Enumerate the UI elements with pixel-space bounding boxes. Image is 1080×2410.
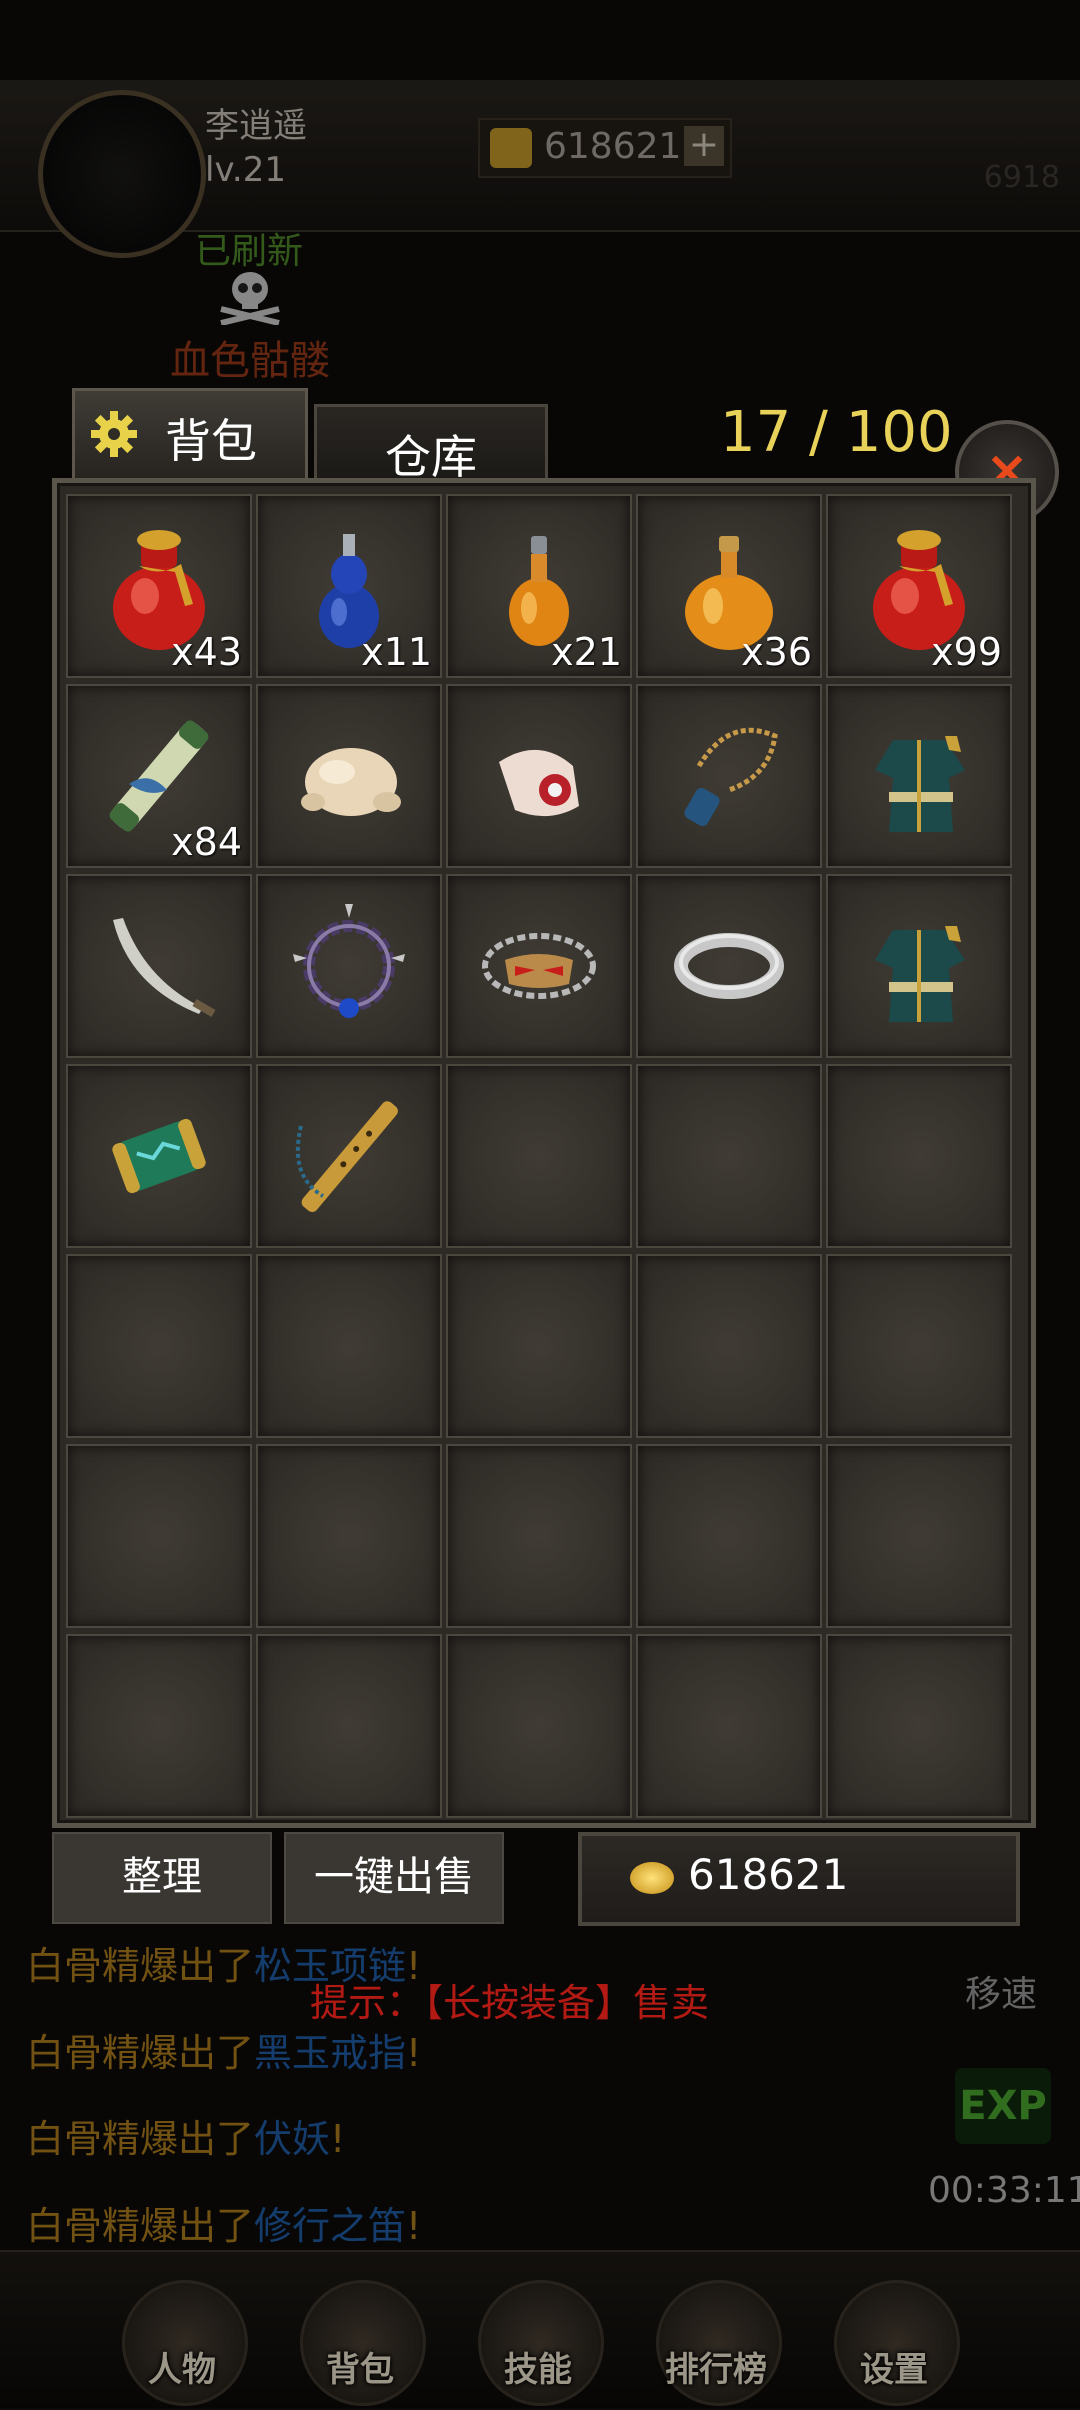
inventory-slot[interactable]: x11 bbox=[256, 494, 442, 678]
green-armor-icon bbox=[875, 736, 965, 832]
inventory-slot[interactable] bbox=[636, 684, 822, 868]
item-quantity: x84 bbox=[171, 820, 242, 864]
inventory-slot[interactable] bbox=[256, 1064, 442, 1248]
bracer-icon bbox=[112, 1118, 206, 1194]
inventory-slot-empty[interactable] bbox=[446, 1064, 632, 1248]
item-quantity: x36 bbox=[741, 630, 812, 674]
inventory-slot[interactable] bbox=[826, 684, 1012, 868]
tab-backpack[interactable]: 背包 bbox=[72, 388, 308, 485]
tab-warehouse[interactable]: 仓库 bbox=[314, 404, 548, 485]
inventory-slot-empty[interactable] bbox=[446, 1444, 632, 1628]
inventory-slot[interactable] bbox=[66, 874, 252, 1058]
inventory-slot-empty[interactable] bbox=[826, 1064, 1012, 1248]
inventory-slot-empty[interactable] bbox=[256, 1444, 442, 1628]
bag-gold-value: 618621 bbox=[688, 1850, 849, 1899]
sabre-icon bbox=[113, 918, 216, 1017]
inventory-slot-empty[interactable] bbox=[826, 1634, 1012, 1818]
inventory-slot-empty[interactable] bbox=[446, 1634, 632, 1818]
item-quantity: x43 bbox=[171, 630, 242, 674]
inventory-slot[interactable]: x84 bbox=[66, 684, 252, 868]
inventory-slot-empty[interactable] bbox=[826, 1444, 1012, 1628]
inventory-slot-empty[interactable] bbox=[256, 1634, 442, 1818]
inventory-slot-empty[interactable] bbox=[636, 1064, 822, 1248]
inventory-slot-empty[interactable] bbox=[636, 1254, 822, 1438]
necklace-icon bbox=[684, 727, 778, 827]
inventory-slot-empty[interactable] bbox=[636, 1444, 822, 1628]
inventory-slot[interactable]: x36 bbox=[636, 494, 822, 678]
roast-chicken-icon bbox=[301, 748, 401, 816]
sell-hint: 提示：【长按装备】售卖 bbox=[310, 1981, 710, 2025]
inventory-slot[interactable] bbox=[636, 874, 822, 1058]
bag-capacity: 17 / 100 bbox=[720, 400, 953, 465]
inventory-slot-empty[interactable] bbox=[66, 1444, 252, 1628]
flute-icon bbox=[295, 1101, 398, 1213]
inventory-slot[interactable]: x21 bbox=[446, 494, 632, 678]
item-quantity: x99 bbox=[931, 630, 1002, 674]
tab-backpack-label: 背包 bbox=[165, 414, 257, 468]
green-armor-icon bbox=[875, 926, 965, 1022]
inventory-slot-empty[interactable] bbox=[256, 1254, 442, 1438]
meat-icon bbox=[499, 749, 579, 817]
inventory-slot[interactable] bbox=[256, 684, 442, 868]
inventory-slot-empty[interactable] bbox=[636, 1634, 822, 1818]
inventory-slot[interactable]: x99 bbox=[826, 494, 1012, 678]
sort-button[interactable]: 整理 bbox=[52, 1832, 272, 1924]
inventory-slot[interactable] bbox=[446, 874, 632, 1058]
inventory-slot-empty[interactable] bbox=[446, 1254, 632, 1438]
bag-gold-display: 618621 bbox=[578, 1832, 1020, 1926]
inventory-slot-empty[interactable] bbox=[66, 1634, 252, 1818]
spiked-bracelet-icon bbox=[293, 904, 405, 1018]
mask-belt-icon bbox=[482, 933, 596, 999]
gear-icon bbox=[91, 411, 137, 457]
inventory-slot-empty[interactable] bbox=[66, 1254, 252, 1438]
sell-all-button[interactable]: 一键出售 bbox=[284, 1832, 504, 1924]
item-quantity: x11 bbox=[361, 630, 432, 674]
inventory-slot[interactable] bbox=[446, 684, 632, 868]
silver-ring-icon bbox=[674, 933, 784, 999]
inventory-slot[interactable] bbox=[256, 874, 442, 1058]
inventory-slot[interactable]: x43 bbox=[66, 494, 252, 678]
gold-coin-icon bbox=[630, 1862, 674, 1894]
inventory-slot[interactable] bbox=[826, 874, 1012, 1058]
inventory-slot[interactable] bbox=[66, 1064, 252, 1248]
item-quantity: x21 bbox=[551, 630, 622, 674]
inventory-slot-empty[interactable] bbox=[826, 1254, 1012, 1438]
